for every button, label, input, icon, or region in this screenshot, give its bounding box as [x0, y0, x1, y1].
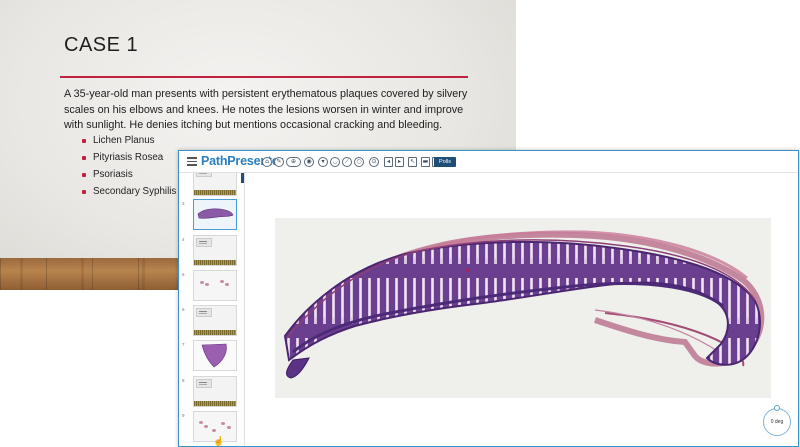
- pathpresenter-viewer: PathPresenter ⌂ ✎ ⊕ ◉ ▾ ◡ ⟋ ○ ⊙ ◂ ▸ ↖ ▬ …: [178, 150, 799, 447]
- answer-option: Psoriasis: [82, 166, 176, 183]
- thumbnail-number: 6: [182, 307, 185, 312]
- zoom-icon[interactable]: ⊕: [286, 157, 301, 167]
- slide-thumbnail[interactable]: [193, 305, 237, 336]
- slide-thumbnail-active[interactable]: [193, 199, 237, 230]
- thumbnail-number: 3: [182, 201, 185, 206]
- answer-option: Pityriasis Rosea: [82, 149, 176, 166]
- whole-slide-image[interactable]: [275, 218, 771, 398]
- chat-icon[interactable]: ▬: [421, 157, 430, 167]
- rotation-handle-icon[interactable]: [774, 405, 780, 411]
- slide-thumbnail[interactable]: [193, 340, 237, 371]
- ruler-icon[interactable]: ◡: [330, 157, 340, 167]
- settings-icon[interactable]: ⊙: [369, 157, 379, 167]
- thumbnail-number: 5: [182, 272, 185, 277]
- thumbnail-number: 7: [182, 342, 185, 347]
- prev-slide-icon[interactable]: ◂: [384, 157, 393, 167]
- answer-options: Lichen Planus Pityriasis Rosea Psoriasis…: [82, 132, 176, 200]
- case-description: A 35-year-old man presents with persiste…: [64, 88, 468, 131]
- home-icon[interactable]: ⌂: [262, 157, 272, 167]
- slide-thumbnail[interactable]: [193, 376, 237, 407]
- camera-icon[interactable]: ◉: [304, 157, 314, 167]
- polls-button[interactable]: Polls: [434, 157, 456, 167]
- answer-option: Lichen Planus: [82, 132, 176, 149]
- thumbnail-number: 8: [182, 378, 185, 383]
- slide-thumbnail[interactable]: [193, 270, 237, 301]
- next-slide-icon[interactable]: ▸: [395, 157, 404, 167]
- hand-cursor-icon: ☝: [213, 436, 225, 446]
- bullet-icon: [82, 139, 86, 143]
- slide-thumbnail[interactable]: [193, 173, 237, 196]
- slide-thumbnail-panel: 3 4 5 6 7 8 9 ☝: [179, 173, 245, 446]
- measure-icon[interactable]: ⟋: [342, 157, 352, 167]
- bullet-icon: [82, 173, 86, 177]
- circle-icon[interactable]: ○: [354, 157, 364, 167]
- hamburger-menu-icon[interactable]: [187, 157, 197, 166]
- viewer-toolbar: PathPresenter ⌂ ✎ ⊕ ◉ ▾ ◡ ⟋ ○ ⊙ ◂ ▸ ↖ ▬ …: [179, 151, 798, 173]
- answer-option: Secondary Syphilis: [82, 183, 176, 200]
- tissue-section-image: [283, 230, 765, 379]
- slide-title: CASE 1: [64, 34, 139, 56]
- rotation-dial[interactable]: 0 deg: [763, 405, 791, 436]
- slide-thumbnail[interactable]: [193, 235, 237, 266]
- thumbnail-number: 4: [182, 237, 185, 242]
- draw-icon[interactable]: ✎: [274, 157, 284, 167]
- pointer-icon[interactable]: ↖: [408, 157, 417, 167]
- pin-icon[interactable]: ▾: [318, 157, 328, 167]
- thumbnail-scrollbar[interactable]: [241, 173, 244, 183]
- slide-divider: [60, 76, 468, 78]
- rotation-value: 0 deg: [770, 419, 784, 425]
- thumbnail-number: 9: [182, 413, 185, 418]
- bullet-icon: [82, 156, 86, 160]
- bullet-icon: [82, 190, 86, 194]
